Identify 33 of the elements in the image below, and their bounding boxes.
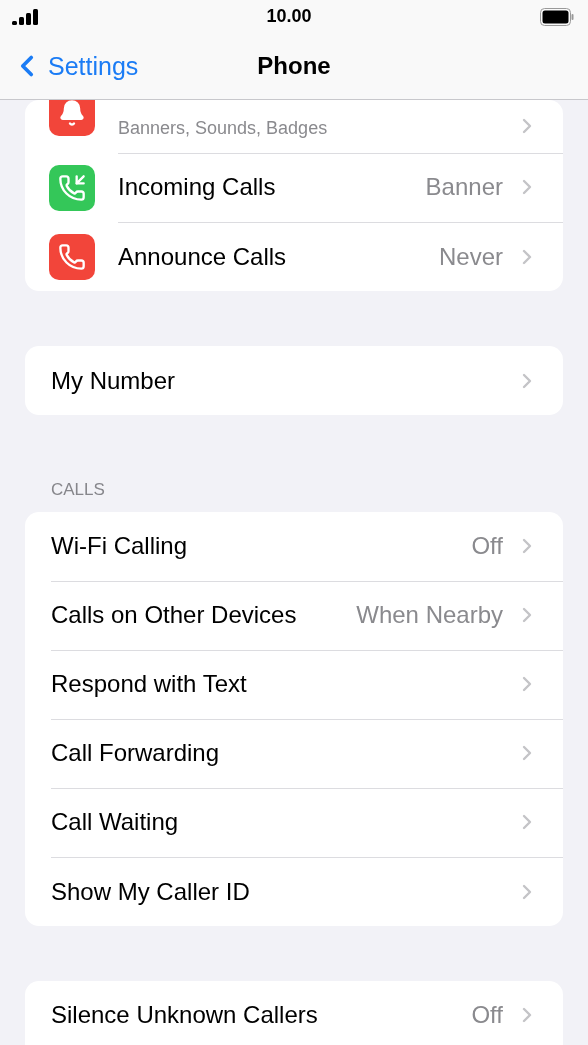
- settings-row[interactable]: Banners, Sounds, Badges: [25, 100, 563, 153]
- row-label: Announce Calls: [118, 242, 288, 271]
- row-label: Show My Caller ID: [51, 877, 251, 906]
- row-value: Banner: [425, 173, 503, 201]
- settings-row[interactable]: Silence Unknown Callers Off: [25, 981, 563, 1045]
- signal-icon: [12, 8, 38, 25]
- settings-row[interactable]: Call Waiting: [25, 788, 563, 857]
- row-value: Off: [471, 1001, 503, 1029]
- row-value: Never: [438, 242, 503, 271]
- row-subtitle: Banners, Sounds, Badges: [118, 117, 329, 140]
- row-value: Off: [471, 532, 503, 560]
- page-title: Phone: [257, 52, 331, 80]
- row-label: Respond with Text: [51, 670, 248, 698]
- row-label: Call Forwarding: [51, 739, 221, 767]
- row-label: Call Waiting: [51, 808, 180, 836]
- row-value: When Nearby: [356, 601, 503, 629]
- settings-row[interactable]: Calls on Other Devices When Nearby: [25, 581, 563, 650]
- settings-row[interactable]: Call Forwarding: [25, 719, 563, 788]
- row-label: My Number: [51, 366, 177, 395]
- row-label: Silence Unknown Callers: [51, 1001, 319, 1029]
- settings-row[interactable]: Show My Caller ID: [25, 857, 563, 926]
- back-link[interactable]: Settings: [0, 49, 139, 83]
- battery-icon: [540, 7, 574, 26]
- settings-row[interactable]: Wi-Fi Calling Off: [25, 512, 563, 581]
- row-label: Calls on Other Devices: [51, 601, 298, 629]
- status-time: 10.00: [266, 6, 312, 27]
- settings-row[interactable]: Respond with Text: [25, 650, 563, 719]
- settings-row[interactable]: My Number: [25, 346, 563, 415]
- settings-row[interactable]: Announce Calls Never: [25, 222, 563, 291]
- row-label: Incoming Calls: [118, 173, 277, 201]
- settings-row[interactable]: Incoming Calls Banner: [25, 153, 563, 222]
- section-header: CALLS: [50, 480, 106, 501]
- row-label: Wi-Fi Calling: [51, 532, 188, 560]
